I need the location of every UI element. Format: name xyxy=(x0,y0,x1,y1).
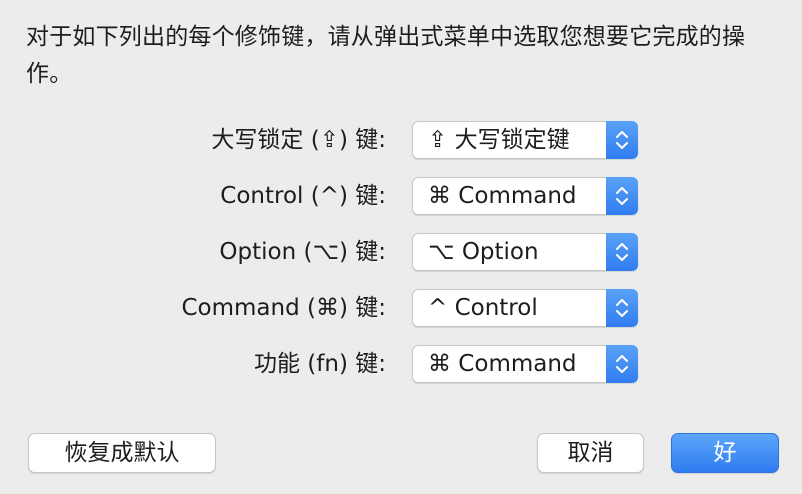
row-control: Control (^) 键: ⌘ Command xyxy=(0,177,802,215)
function-key-label: 功能 (fn) 键: xyxy=(254,351,386,377)
option-key-label: Option (⌥) 键: xyxy=(219,239,386,265)
row-function: 功能 (fn) 键: ⌘ Command xyxy=(0,345,802,383)
chevron-up-down-icon xyxy=(606,289,638,327)
command-key-popup-value: ^ Control xyxy=(428,295,538,321)
control-key-popup[interactable]: ⌘ Command xyxy=(412,177,638,215)
function-key-popup[interactable]: ⌘ Command xyxy=(412,345,638,383)
row-command: Command (⌘) 键: ^ Control xyxy=(0,289,802,327)
chevron-up-down-icon xyxy=(606,233,638,271)
function-key-popup-value: ⌘ Command xyxy=(428,351,577,377)
restore-defaults-button[interactable]: 恢复成默认 xyxy=(28,433,216,473)
command-key-popup[interactable]: ^ Control xyxy=(412,289,638,327)
chevron-up-down-icon xyxy=(606,177,638,215)
option-key-popup[interactable]: ⌥ Option xyxy=(412,233,638,271)
row-option: Option (⌥) 键: ⌥ Option xyxy=(0,233,802,271)
option-key-popup-value: ⌥ Option xyxy=(428,239,539,265)
cancel-button[interactable]: 取消 xyxy=(537,433,644,473)
control-key-label: Control (^) 键: xyxy=(220,183,386,209)
caps-lock-key-popup[interactable]: ⇪ 大写锁定键 xyxy=(412,121,638,159)
caps-lock-key-popup-value: ⇪ 大写锁定键 xyxy=(428,127,570,153)
ok-button[interactable]: 好 xyxy=(671,433,779,473)
chevron-up-down-icon xyxy=(606,121,638,159)
row-caps-lock: 大写锁定 (⇪) 键: ⇪ 大写锁定键 xyxy=(0,121,802,159)
chevron-up-down-icon xyxy=(606,345,638,383)
caps-lock-key-label: 大写锁定 (⇪) 键: xyxy=(211,127,386,153)
command-key-label: Command (⌘) 键: xyxy=(181,295,386,321)
dialog-description: 对于如下列出的每个修饰键，请从弹出式菜单中选取您想要它完成的操作。 xyxy=(26,24,746,87)
control-key-popup-value: ⌘ Command xyxy=(428,183,577,209)
